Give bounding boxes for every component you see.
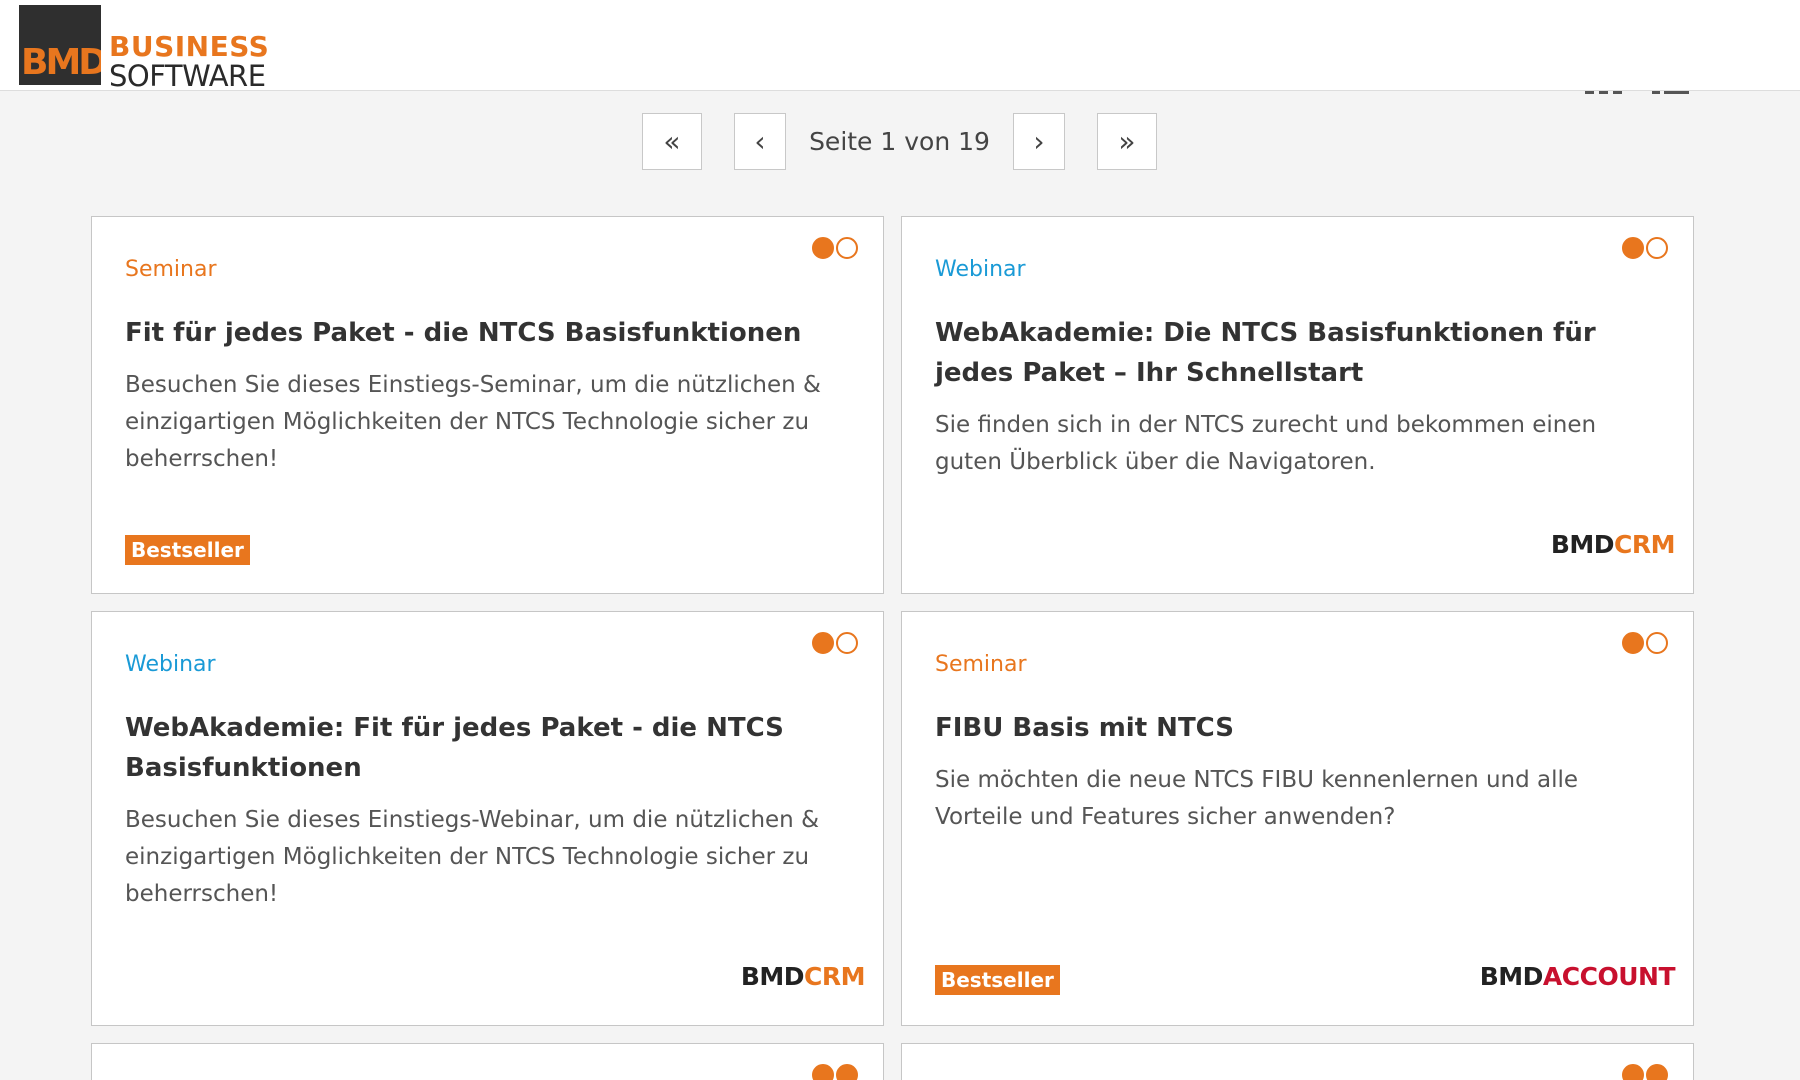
level-dot-empty-icon xyxy=(1646,237,1668,259)
level-dot-filled-icon xyxy=(812,237,834,259)
logo-text: BUSINESS SOFTWARE xyxy=(109,33,269,91)
level-dot-filled-icon xyxy=(1622,1064,1644,1080)
course-card[interactable] xyxy=(901,1043,1694,1080)
brand-prefix: BMD xyxy=(1550,530,1615,559)
level-dot-filled-icon xyxy=(1622,632,1644,654)
course-card[interactable]: Seminar Fit für jedes Paket - die NTCS B… xyxy=(91,216,884,594)
bmd-crm-brand-logo: BMDCRM xyxy=(1550,530,1676,559)
level-dot-filled-icon xyxy=(812,1064,834,1080)
logo-line-business: BUSINESS xyxy=(109,30,270,63)
course-type: Seminar xyxy=(125,257,217,282)
level-dot-filled-icon xyxy=(1646,1064,1668,1080)
level-indicator xyxy=(812,237,858,259)
course-description: Sie möchten die neue NTCS FIBU kennenler… xyxy=(935,767,1579,830)
course-title[interactable]: Fit für jedes Paket - die NTCS Basisfunk… xyxy=(125,313,838,353)
next-page-button[interactable]: › xyxy=(1013,113,1065,170)
previous-page-button[interactable]: ‹ xyxy=(734,113,786,170)
level-indicator xyxy=(1622,237,1668,259)
first-page-button[interactable]: « xyxy=(642,113,702,170)
brand-suffix: ACCOUNT xyxy=(1542,962,1676,991)
level-indicator xyxy=(812,1064,858,1080)
course-card[interactable] xyxy=(91,1043,884,1080)
level-dot-filled-icon xyxy=(812,632,834,654)
course-title[interactable]: WebAkademie: Fit für jedes Paket - die N… xyxy=(125,708,838,788)
bmd-logo[interactable]: BMD BUSINESS SOFTWARE xyxy=(19,5,269,91)
level-dot-filled-icon xyxy=(836,1064,858,1080)
course-description: Sie finden sich in der NTCS zurecht und … xyxy=(935,412,1597,475)
course-card[interactable]: Webinar WebAkademie: Fit für jedes Paket… xyxy=(91,611,884,1026)
double-chevron-left-icon: « xyxy=(663,125,681,158)
brand-prefix: BMD xyxy=(1479,962,1544,991)
level-dot-filled-icon xyxy=(1622,237,1644,259)
bestseller-badge: Bestseller xyxy=(935,965,1060,995)
brand-suffix: CRM xyxy=(1614,530,1675,559)
level-dot-empty-icon xyxy=(836,632,858,654)
course-title[interactable]: FIBU Basis mit NTCS xyxy=(935,708,1648,748)
bmd-account-brand-logo: BMDACCOUNT xyxy=(1479,962,1676,991)
bestseller-badge: Bestseller xyxy=(125,535,250,565)
brand-prefix: BMD xyxy=(740,962,805,991)
chevron-right-icon: › xyxy=(1033,125,1045,158)
bmd-crm-brand-logo: BMDCRM xyxy=(740,962,866,991)
course-description: Besuchen Sie dieses Einstiegs-Webinar, u… xyxy=(125,807,820,907)
last-page-button[interactable]: » xyxy=(1097,113,1157,170)
course-description: Besuchen Sie dieses Einstiegs-Seminar, u… xyxy=(125,372,821,472)
bmd-logo-mark: BMD xyxy=(19,5,101,85)
chevron-left-icon: ‹ xyxy=(754,125,766,158)
course-card[interactable]: Webinar WebAkademie: Die NTCS Basisfunkt… xyxy=(901,216,1694,594)
course-type: Webinar xyxy=(935,257,1026,282)
pagination: « ‹ Seite 1 von 19 › » xyxy=(0,113,1800,171)
level-dot-empty-icon xyxy=(836,237,858,259)
logo-mark-text: BMD xyxy=(21,42,101,83)
brand-suffix: CRM xyxy=(804,962,865,991)
course-title[interactable]: WebAkademie: Die NTCS Basisfunktionen fü… xyxy=(935,313,1648,393)
level-indicator xyxy=(1622,632,1668,654)
course-card[interactable]: Seminar FIBU Basis mit NTCS Sie möchten … xyxy=(901,611,1694,1026)
level-indicator xyxy=(1622,1064,1668,1080)
page-indicator: Seite 1 von 19 xyxy=(809,127,990,156)
level-dot-empty-icon xyxy=(1646,632,1668,654)
course-type: Seminar xyxy=(935,652,1027,677)
level-indicator xyxy=(812,632,858,654)
double-chevron-right-icon: » xyxy=(1118,125,1136,158)
site-header: BMD BUSINESS SOFTWARE xyxy=(0,0,1800,91)
course-type: Webinar xyxy=(125,652,216,677)
logo-line-software: SOFTWARE xyxy=(109,59,266,93)
